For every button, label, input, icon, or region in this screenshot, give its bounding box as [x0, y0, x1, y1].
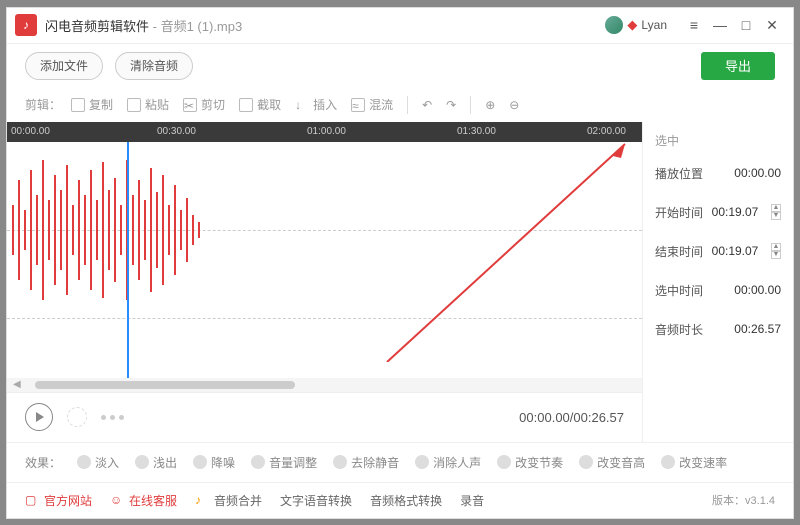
end-time-row: 结束时间00:19.07▲▼ — [655, 243, 781, 260]
edit-label: 剪辑： — [25, 96, 61, 113]
username[interactable]: Lyan — [641, 18, 667, 32]
time-tick: 01:30.00 — [457, 126, 496, 137]
denoise-button[interactable]: 降噪 — [193, 454, 235, 471]
volume-button[interactable]: 音量调整 — [251, 454, 317, 471]
time-tick: 00:30.00 — [157, 126, 196, 137]
paste-icon — [127, 98, 141, 112]
app-logo-icon: ♪ — [15, 14, 37, 36]
footer-bar: ▢官方网站 ☺在线客服 ♪音频合并 文字语音转换 音频格式转换 录音 版本：v3… — [7, 482, 793, 518]
tempo-icon — [497, 455, 511, 469]
scissors-icon: ✂ — [183, 98, 197, 112]
fadein-button[interactable]: 淡入 — [77, 454, 119, 471]
window-title: 闪电音频剪辑软件 - 音频1 (1).mp3 — [45, 16, 242, 35]
app-name: 闪电音频剪辑软件 — [45, 19, 149, 34]
waveform-area[interactable] — [7, 142, 642, 378]
time-display: 00:00.00/00:26.57 — [519, 410, 624, 425]
crop-button[interactable]: 截取 — [235, 96, 285, 113]
redo-button[interactable]: ↷ — [442, 98, 460, 112]
record-link[interactable]: 录音 — [460, 492, 484, 509]
website-link[interactable]: ▢官方网站 — [25, 492, 92, 509]
divider — [407, 96, 408, 114]
scroll-thumb[interactable] — [35, 381, 295, 389]
copy-button[interactable]: 复制 — [67, 96, 117, 113]
export-button[interactable]: 导出 — [701, 52, 775, 80]
playhead[interactable] — [127, 142, 129, 378]
play-button[interactable] — [25, 403, 53, 431]
tempo-button[interactable]: 改变节奏 — [497, 454, 563, 471]
menu-button[interactable]: ≡ — [681, 12, 707, 38]
zoom-in-button[interactable]: ⊕ — [481, 98, 499, 112]
pitch-button[interactable]: 改变音高 — [579, 454, 645, 471]
mix-button[interactable]: ≈混流 — [347, 96, 397, 113]
maximize-button[interactable]: □ — [733, 12, 759, 38]
divider — [470, 96, 471, 114]
insert-button[interactable]: ↓插入 — [291, 96, 341, 113]
remove-vocal-button[interactable]: 消除人声 — [415, 454, 481, 471]
crop-icon — [239, 98, 253, 112]
insert-icon: ↓ — [295, 98, 309, 112]
time-tick: 02:00.00 — [587, 126, 626, 137]
fadein-icon — [77, 455, 91, 469]
more-controls[interactable] — [101, 415, 124, 420]
h-scrollbar[interactable]: ◀ — [7, 378, 642, 392]
time-tick: 00:00.00 — [11, 126, 50, 137]
selected-label: 选中 — [655, 132, 781, 149]
globe-icon: ▢ — [25, 493, 39, 507]
selection-time-row: 选中时间00:00.00 — [655, 282, 781, 299]
volume-icon — [251, 455, 265, 469]
speed-icon — [661, 455, 675, 469]
effects-label: 效果： — [25, 454, 61, 471]
denoise-icon — [193, 455, 207, 469]
tts-link[interactable]: 文字语音转换 — [280, 492, 352, 509]
copy-icon — [71, 98, 85, 112]
app-window: ♪ 闪电音频剪辑软件 - 音频1 (1).mp3 ◆ Lyan ≡ — □ ✕ … — [6, 7, 794, 519]
play-position-row: 播放位置00:00.00 — [655, 165, 781, 182]
pitch-icon — [579, 455, 593, 469]
paste-button[interactable]: 粘贴 — [123, 96, 173, 113]
mix-icon: ≈ — [351, 98, 365, 112]
document-name: - 音频1 (1).mp3 — [153, 19, 243, 34]
remove-silence-button[interactable]: 去除静音 — [333, 454, 399, 471]
cut-button[interactable]: ✂剪切 — [179, 96, 229, 113]
silence-icon — [333, 455, 347, 469]
titlebar: ♪ 闪电音频剪辑软件 - 音频1 (1).mp3 ◆ Lyan ≡ — □ ✕ — [7, 8, 793, 44]
effects-bar: 效果： 淡入 浅出 降噪 音量调整 去除静音 消除人声 改变节奏 改变音高 改变… — [7, 442, 793, 482]
record-button[interactable] — [67, 407, 87, 427]
version-label: 版本：v3.1.4 — [712, 492, 775, 508]
speed-button[interactable]: 改变速率 — [661, 454, 727, 471]
fadeout-icon — [135, 455, 149, 469]
vocal-icon — [415, 455, 429, 469]
scroll-left-icon[interactable]: ◀ — [13, 379, 21, 390]
merge-link[interactable]: ♪音频合并 — [195, 492, 262, 509]
clear-audio-button[interactable]: 清除音频 — [115, 52, 193, 80]
add-file-button[interactable]: 添加文件 — [25, 52, 103, 80]
main-row: 00:00.00 00:30.00 01:00.00 01:30.00 02:0… — [7, 122, 793, 442]
support-link[interactable]: ☺在线客服 — [110, 492, 177, 509]
end-stepper[interactable]: ▲▼ — [771, 243, 781, 259]
timeline-ruler[interactable]: 00:00.00 00:30.00 01:00.00 01:30.00 02:0… — [7, 122, 642, 142]
grid-line — [7, 318, 642, 319]
duration-row: 音频时长00:26.57 — [655, 321, 781, 338]
side-panel: 选中 播放位置00:00.00 开始时间00:19.07▲▼ 结束时间00:19… — [643, 122, 793, 442]
support-icon: ☺ — [110, 493, 124, 507]
waveform — [9, 150, 209, 310]
merge-icon: ♪ — [195, 493, 209, 507]
fadeout-button[interactable]: 浅出 — [135, 454, 177, 471]
start-time-row: 开始时间00:19.07▲▼ — [655, 204, 781, 221]
zoom-out-button[interactable]: ⊖ — [505, 98, 523, 112]
format-link[interactable]: 音频格式转换 — [370, 492, 442, 509]
editor-panel: 00:00.00 00:30.00 01:00.00 01:30.00 02:0… — [7, 122, 643, 442]
player-controls: 00:00.00/00:26.57 — [7, 392, 642, 442]
minimize-button[interactable]: — — [707, 12, 733, 38]
time-tick: 01:00.00 — [307, 126, 346, 137]
edit-toolbar: 剪辑： 复制 粘贴 ✂剪切 截取 ↓插入 ≈混流 ↶ ↷ ⊕ ⊖ — [7, 88, 793, 122]
close-button[interactable]: ✕ — [759, 12, 785, 38]
topbar: 添加文件 清除音频 导出 — [7, 44, 793, 88]
start-stepper[interactable]: ▲▼ — [771, 204, 781, 220]
undo-button[interactable]: ↶ — [418, 98, 436, 112]
gem-icon: ◆ — [627, 17, 637, 33]
avatar-icon[interactable] — [605, 16, 623, 34]
